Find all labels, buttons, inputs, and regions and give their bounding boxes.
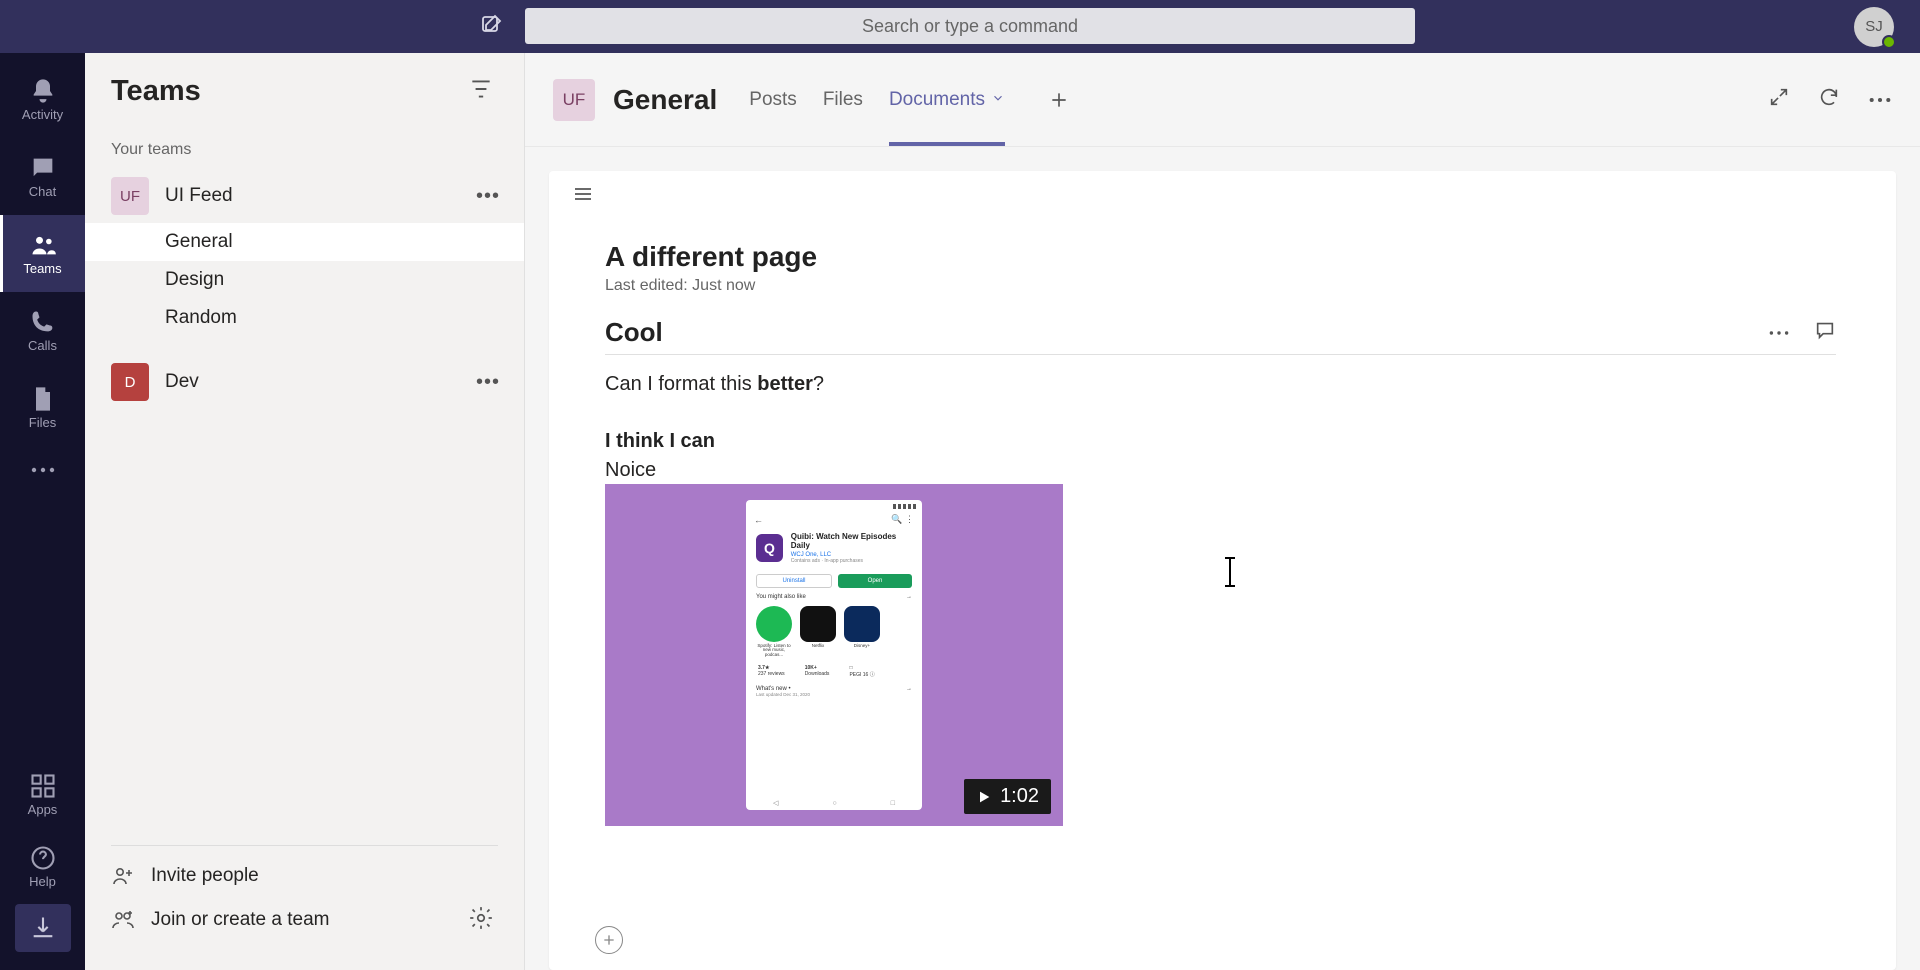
phone-stat: Downloads [805,671,830,677]
section-heading[interactable]: Cool [605,317,1768,348]
document-wrapper: A different page Last edited: Just now C… [525,147,1920,970]
teams-header: Teams [85,53,524,129]
chevron-down-icon [991,89,1005,111]
comment-icon[interactable] [1814,319,1836,346]
your-teams-label: Your teams [85,129,524,169]
presence-indicator [1882,35,1896,49]
expand-icon[interactable] [1768,86,1790,113]
phone-updated: Last updated Dec 31, 2020 [746,692,922,701]
team-name: Dev [165,371,476,393]
tab-label: Documents [889,89,985,111]
user-initials: SJ [1865,18,1883,35]
compose-icon[interactable] [480,12,504,41]
phone-app-lbl: Disney+ [854,644,870,649]
team-dev[interactable]: D Dev ••• [85,355,524,409]
filter-icon[interactable] [468,76,494,107]
tab-posts[interactable]: Posts [749,53,797,146]
rail-activity[interactable]: Activity [0,61,85,138]
rail-apps[interactable]: Apps [0,760,85,828]
team-more-icon[interactable]: ••• [476,371,500,394]
document-toolbar [549,171,1896,221]
add-tab-button[interactable] [1043,84,1075,116]
video-duration: 1:02 [1000,785,1039,808]
rail-files-label: Files [29,415,56,430]
search-placeholder: Search or type a command [862,16,1078,37]
team-ui-feed[interactable]: UF UI Feed ••• [85,169,524,223]
phone-open: Open [838,574,912,588]
channel-title: General [613,84,717,116]
last-edited: Last edited: Just now [605,277,1836,295]
join-label: Join or create a team [151,909,329,931]
main-area: UF General Posts Files Documents [525,53,1920,970]
phone-app-title: Quibi: Watch New Episodes Daily [791,533,912,551]
video-thumbnail[interactable]: ←🔍 ⋮ Q Quibi: Watch New Episodes Daily W… [605,484,1063,826]
plain-line[interactable]: Noice [605,459,1836,482]
document-body[interactable]: A different page Last edited: Just now C… [549,221,1896,826]
text-cursor [1229,559,1231,585]
phone-contains: Contains ads · In-app purchases [791,558,912,564]
rail-chat-label: Chat [29,184,56,199]
tab-label: Files [823,89,863,111]
team-badge: UF [111,177,149,215]
team-more-icon[interactable]: ••• [476,185,500,208]
join-create-team[interactable]: Join or create a team [111,898,329,942]
refresh-icon[interactable] [1818,86,1840,113]
sidebar-bottom: Invite people Join or create a team [85,829,524,970]
phone-app-lbl: Spotify: Listen to new music, podcas... [756,644,792,658]
hamburger-icon[interactable] [571,182,595,211]
rail-files[interactable]: Files [0,369,85,446]
page-title: A different page [605,241,1836,273]
team-name: UI Feed [165,185,476,207]
rail-calls[interactable]: Calls [0,292,85,369]
more-icon[interactable] [1868,91,1892,109]
phone-app-lbl: Netflix [812,644,825,649]
tab-files[interactable]: Files [823,53,863,146]
video-duration-badge: 1:02 [964,779,1051,814]
rail-calls-label: Calls [28,338,57,353]
phone-uninstall: Uninstall [756,574,832,588]
header-actions [1768,86,1892,113]
search-input[interactable]: Search or type a command [525,8,1415,44]
app-rail: Activity Chat Teams Calls Files Apps Hel… [0,53,85,970]
rail-help-label: Help [29,874,56,889]
rail-chat[interactable]: Chat [0,138,85,215]
teams-sidebar: Teams Your teams UF UI Feed ••• General … [85,53,525,970]
add-section-button[interactable] [595,926,623,954]
tab-documents[interactable]: Documents [889,53,1005,146]
rail-teams-label: Teams [23,261,61,276]
teams-title: Teams [111,75,201,108]
rail-apps-label: Apps [28,802,58,817]
paragraph[interactable]: Can I format this better? [605,373,1836,396]
channel-general[interactable]: General [85,223,524,261]
rail-download[interactable] [15,904,71,952]
team-badge: D [111,363,149,401]
tab-label: Posts [749,89,797,111]
phone-yml: You might also like [756,594,806,600]
tabs: Posts Files Documents [749,53,1075,146]
rail-help[interactable]: Help [0,832,85,900]
rail-activity-label: Activity [22,107,63,122]
title-bar: Search or type a command SJ [0,0,1920,53]
invite-label: Invite people [151,865,259,887]
bold-line[interactable]: I think I can [605,430,1836,453]
para-prefix: Can I format this [605,373,757,395]
channel-header: UF General Posts Files Documents [525,53,1920,147]
para-bold: better [757,373,813,395]
para-suffix: ? [813,373,824,395]
channel-design[interactable]: Design [85,261,524,299]
channel-badge: UF [553,79,595,121]
phone-stat: 237 reviews [758,671,785,677]
user-avatar[interactable]: SJ [1854,7,1894,47]
section-more-icon[interactable] [1768,324,1790,342]
settings-icon[interactable] [468,905,498,936]
phone-mock: ←🔍 ⋮ Q Quibi: Watch New Episodes Daily W… [746,500,922,810]
rail-teams[interactable]: Teams [0,215,85,292]
document-card: A different page Last edited: Just now C… [549,171,1896,970]
invite-people[interactable]: Invite people [111,854,498,898]
rail-more[interactable] [0,450,85,490]
channel-random[interactable]: Random [85,299,524,337]
phone-stat: PEGI 16 ⓘ [849,671,874,678]
